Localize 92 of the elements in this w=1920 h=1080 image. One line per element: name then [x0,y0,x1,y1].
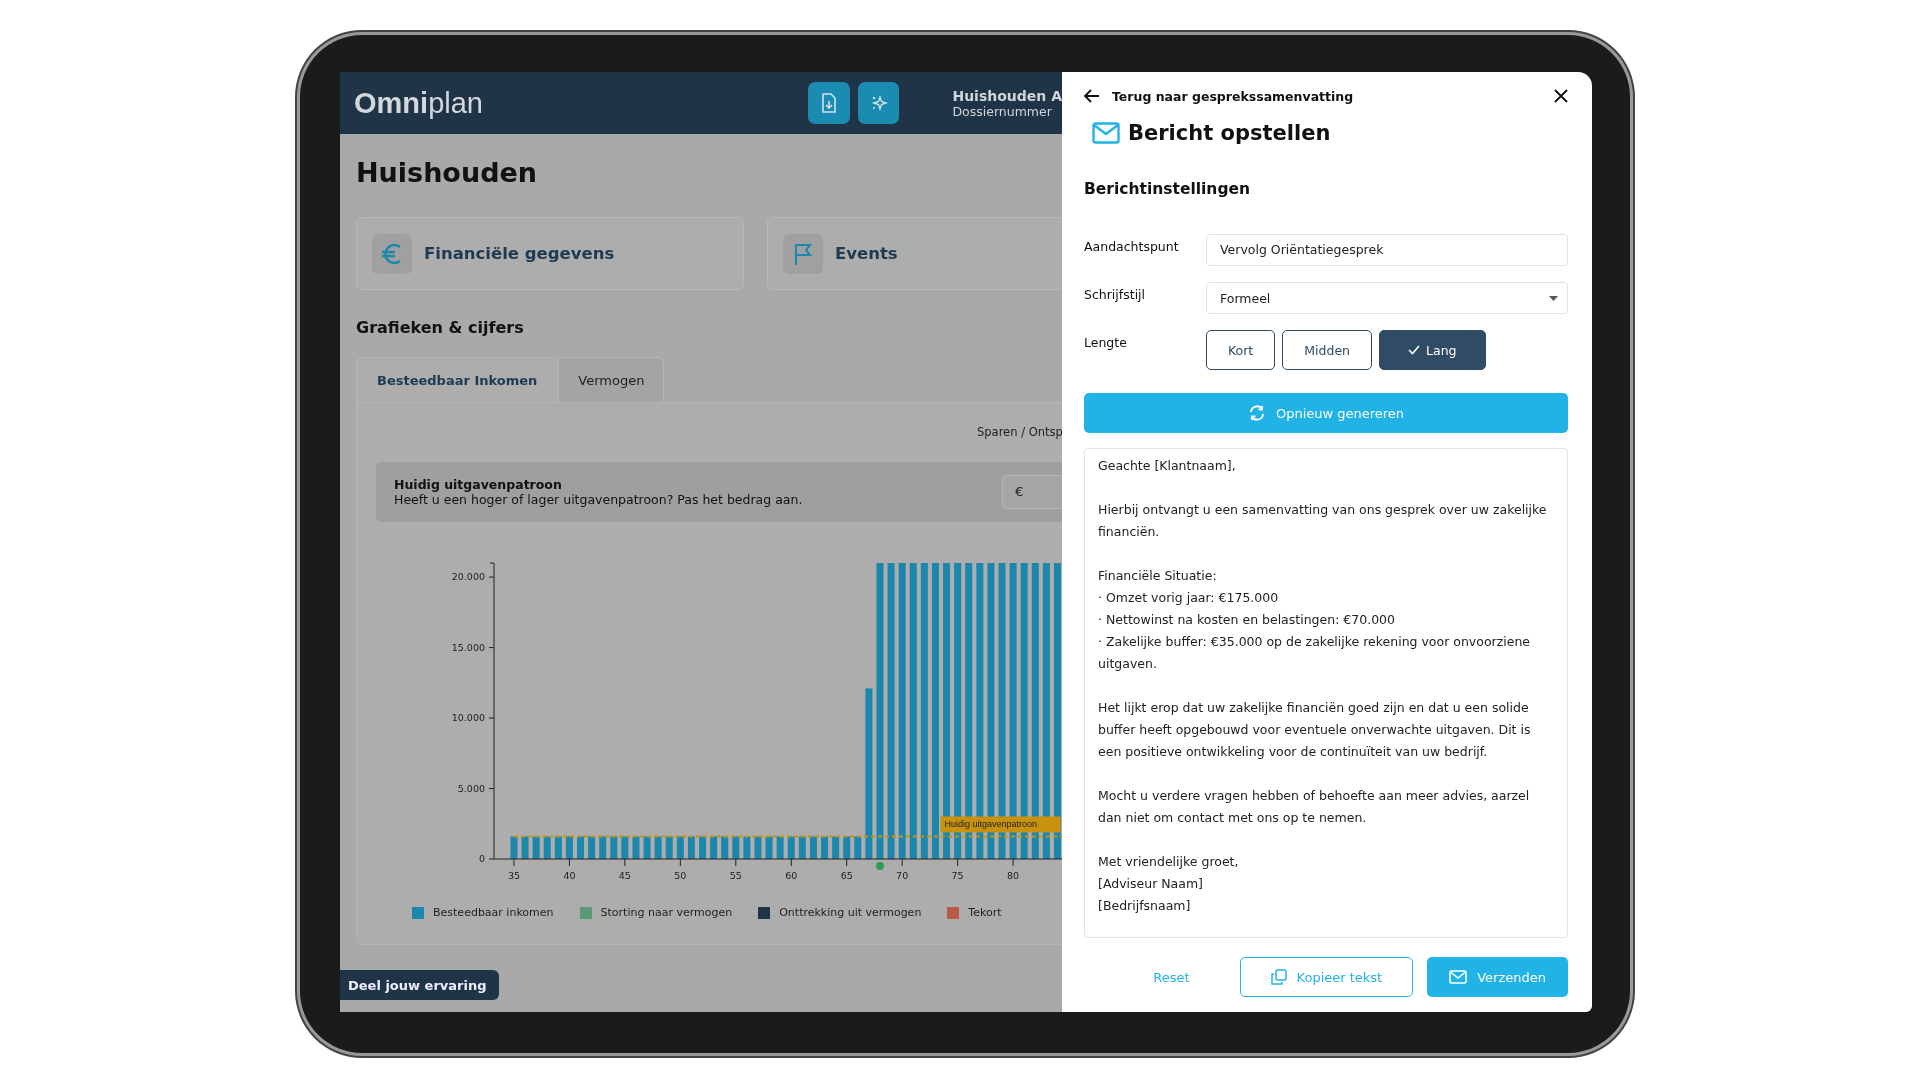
bar [798,836,806,859]
reference-line-label: Huidig uitgavenpatroon [940,816,1061,833]
file-number-label: Dossiernummer [952,103,1053,119]
mail-icon [1449,970,1468,984]
bar [754,836,762,859]
chart-tab[interactable]: Vermogen [558,357,665,402]
feedback-button[interactable]: Deel jouw ervaring [340,970,499,1000]
y-tick-label: 15.000 [451,641,485,653]
bar [610,836,618,859]
bar [699,836,706,859]
y-tick-label: 10.000 [451,712,485,724]
close-icon[interactable] [1554,89,1568,103]
settings-heading: Berichtinstellingen [1084,179,1252,199]
bar [832,836,840,859]
legend-label: Tekort [968,906,1002,919]
flag-icon [792,241,814,266]
y-tick-label: 20.000 [451,571,485,583]
bar [809,836,817,859]
bar [787,836,795,859]
x-tick-label: 70 [896,870,909,881]
bar [554,836,562,859]
x-tick-label: 50 [674,870,687,881]
bar [532,836,540,859]
length-option[interactable]: Lang [1379,330,1486,370]
legend-label: Storting naar vermogen [600,906,733,919]
ref-line-label: Huidig uitgavenpatroon [944,819,1038,830]
bar [521,836,529,859]
bar [821,836,829,859]
bar [643,836,651,859]
section-title: Grafieken & cijfers [356,318,525,338]
x-tick-label: 65 [840,870,853,881]
chart-tab[interactable]: Besteedbaar Inkomen [356,357,559,402]
bar [732,836,740,859]
bar [543,836,551,859]
amount-field[interactable]: € [1002,475,1062,509]
back-arrow-icon[interactable] [1084,89,1100,103]
legend-label: Besteedbaar inkomen [433,906,554,919]
x-tick-label: 55 [729,870,742,881]
bar [665,836,673,859]
caret-icon [1549,295,1558,301]
bar [687,836,695,859]
x-tick-label: 45 [618,870,631,881]
document-download-icon [819,93,838,113]
check-icon [1408,345,1420,355]
nav-card[interactable]: Events [767,217,1062,290]
bar [676,836,684,859]
bar [588,836,596,859]
x-tick-label: 35 [507,870,520,881]
chart-caption: Sparen / Ontsp [977,425,1062,439]
bar [721,836,729,859]
bar [565,836,573,859]
bar [510,836,518,859]
bar [710,836,718,859]
length-option[interactable]: Kort [1206,330,1276,370]
field-label: Aandachtspunt [1084,238,1180,254]
bar [843,836,851,859]
logo: Omniplan [354,86,484,120]
export-button[interactable] [807,82,850,124]
x-tick-label: 75 [951,870,964,881]
bar [621,836,629,859]
length-option[interactable]: Midden [1282,330,1372,370]
bar [854,836,862,859]
info-text: Heeft u een hoger of lager uitgavenpatroon? Pas het bedrag aan. [394,492,804,507]
message-textarea[interactable]: Geachte [Klantnaam], Hierbij ontvangt u een samenvatting van ons gesprek over uw zakelijke financiën. Financiële Situatie: · Omzet vorig jaar: €175.000 · Nettowinst na kosten en belastingen: €70.000 · Zakelijke buffer: €35.000 op de zakelijke rekening voor onvoorziene uitgaven. Het lijkt erop dat uw zakelijke financiën goed zijn en dat u een solide buffer heeft opgebouwd voor eventuele onverwachte uitgaven. Dit is een positieve ontwikkeling voor de continuïteit van uw bedrijf. Mocht u verdere vragen hebben of behoefte aan meer advies, aarzel dan niet om contact met ons op te nemen. Met vriendelijke groet, [Adviseur Naam] [Bedrijfsnaam] [1084,448,1568,938]
bar [765,836,773,859]
sparkle-button[interactable] [857,82,900,124]
bar [743,836,751,859]
field-label: Schrijfstijl [1084,286,1147,302]
refresh-icon [1247,405,1266,421]
text-field[interactable]: Vervolg Oriëntatiegesprek [1206,234,1568,266]
y-tick-label: 0 [478,853,485,864]
legend-label: Onttrekking uit vermogen [779,906,922,919]
copy-icon [1270,969,1287,985]
x-tick-label: 80 [1007,870,1020,881]
back-link[interactable]: Terug naar gesprekssamenvatting [1112,88,1354,104]
bar [654,836,662,859]
bar [577,836,584,859]
bar [599,836,607,859]
info-title: Huidig uitgavenpatroon [394,477,563,492]
field-label: Lengte [1084,334,1128,350]
page-title: Huishouden [356,156,538,190]
panel-title: Bericht opstellen [1128,121,1331,145]
style-dropdown[interactable]: Formeel [1206,282,1568,314]
x-tick-label: 40 [563,870,576,881]
bar [632,836,640,859]
x-tick-label: 60 [785,870,798,881]
bar [776,836,784,859]
mail-icon [1092,122,1120,144]
household-title: Huishouden A [952,87,1062,104]
nav-card[interactable]: Financiële gegevens [356,217,744,290]
y-tick-label: 5.000 [457,782,485,794]
marker-dot [876,862,884,870]
